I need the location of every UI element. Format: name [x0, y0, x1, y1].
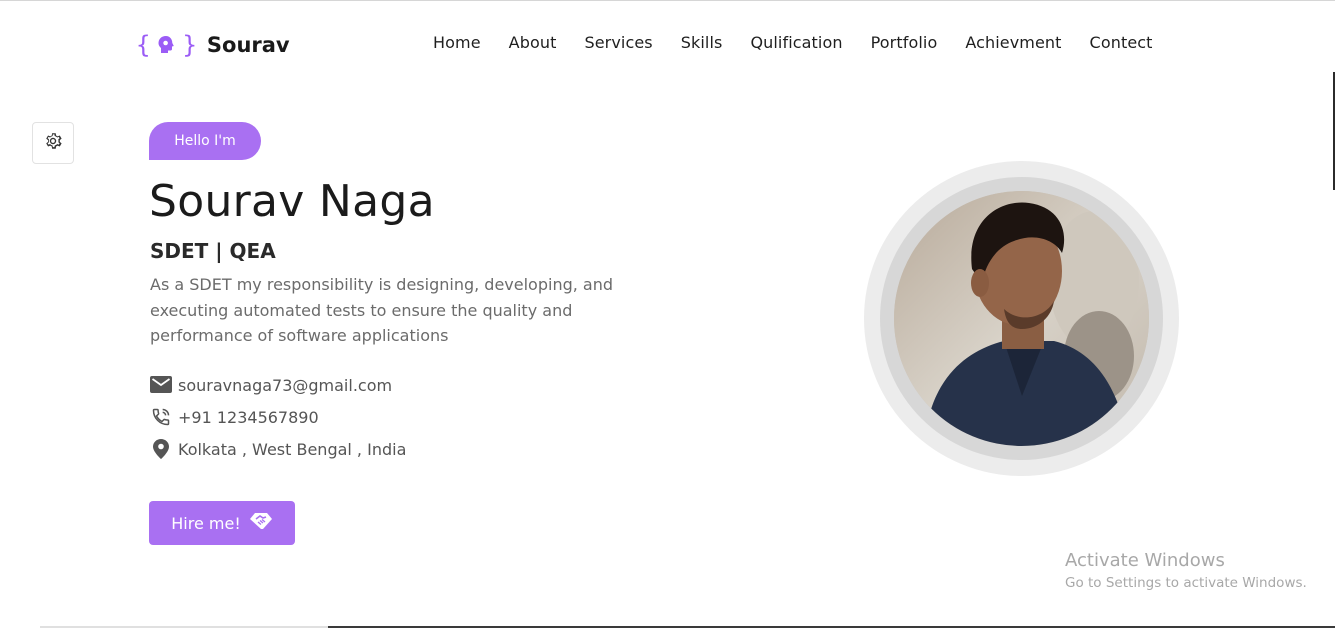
contact-location-row: Kolkata , West Bengal , India	[150, 433, 406, 465]
contact-phone-row: +91 1234567890	[150, 401, 406, 433]
contact-email[interactable]: souravnaga73@gmail.com	[178, 376, 392, 395]
site-logo[interactable]: { } Sourav	[136, 30, 290, 60]
activate-windows-subtitle: Go to Settings to activate Windows.	[1065, 575, 1307, 591]
hero-name: Sourav Naga	[149, 176, 435, 227]
nav-qualification[interactable]: Qulification	[750, 33, 842, 52]
mail-icon	[150, 374, 172, 396]
profile-photo-ring	[880, 177, 1163, 460]
hello-badge: Hello I'm	[149, 122, 261, 160]
nav-contact[interactable]: Contect	[1090, 33, 1153, 52]
contact-phone[interactable]: +91 1234567890	[178, 408, 319, 427]
logo-head-icon	[156, 34, 176, 56]
handshake-icon	[249, 511, 273, 535]
nav-home[interactable]: Home	[433, 33, 481, 52]
avatar	[894, 191, 1149, 446]
nav-services[interactable]: Services	[584, 33, 652, 52]
contact-email-row: souravnaga73@gmail.com	[150, 369, 406, 401]
profile-photo-frame	[864, 161, 1179, 476]
main-nav: Home About Services Skills Qulification …	[433, 33, 1153, 52]
hero-description: As a SDET my responsibility is designing…	[150, 275, 614, 345]
phone-icon	[150, 406, 172, 428]
location-pin-icon	[150, 438, 172, 460]
nav-skills[interactable]: Skills	[681, 33, 723, 52]
settings-button[interactable]	[32, 122, 74, 164]
logo-text: Sourav	[206, 33, 290, 57]
nav-portfolio[interactable]: Portfolio	[871, 33, 938, 52]
contact-list: souravnaga73@gmail.com +91 1234567890 Ko…	[150, 369, 406, 465]
gear-icon	[42, 130, 64, 156]
activate-windows-title: Activate Windows	[1065, 550, 1225, 571]
nav-about[interactable]: About	[509, 33, 557, 52]
hire-me-button[interactable]: Hire me!	[149, 501, 295, 545]
hire-me-label: Hire me!	[171, 513, 241, 533]
top-border	[0, 0, 1335, 1]
contact-location: Kolkata , West Bengal , India	[178, 439, 407, 459]
nav-achievement[interactable]: Achievment	[965, 33, 1061, 52]
hero-role: SDET | QEA	[150, 239, 276, 263]
logo-brace-right: }	[182, 31, 197, 59]
logo-brace-left: {	[136, 31, 151, 59]
